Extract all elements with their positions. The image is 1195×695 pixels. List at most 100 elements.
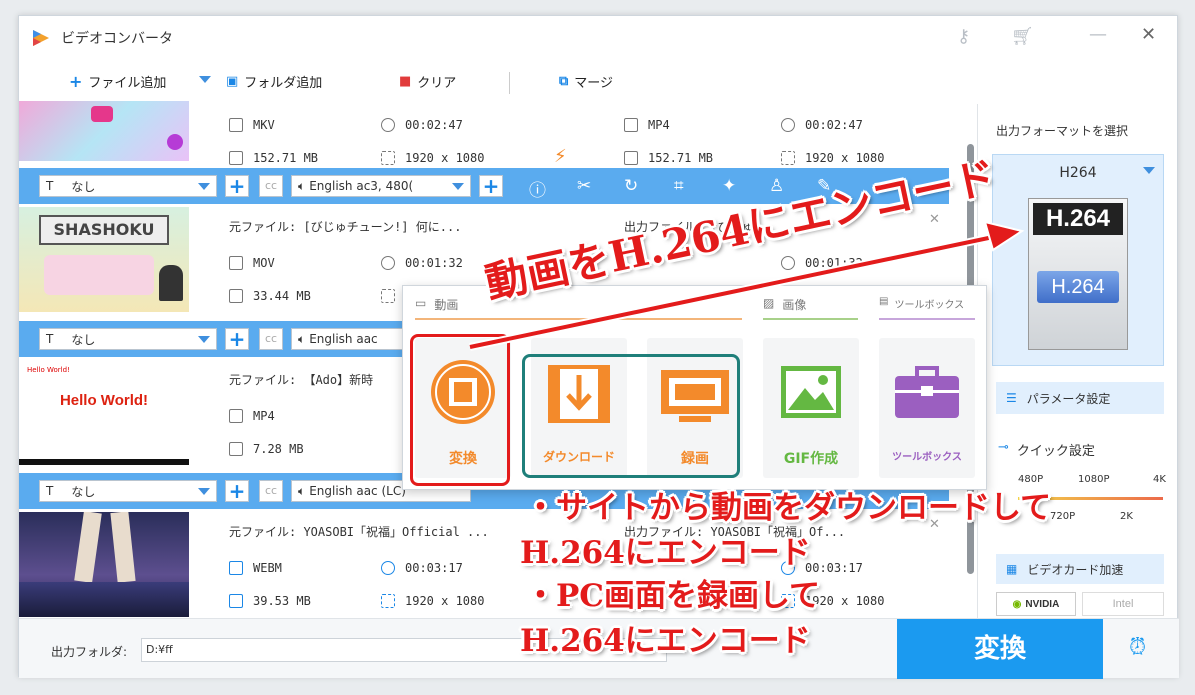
audio-value: English ac3, 480( <box>309 179 414 193</box>
format-panel: 出力フォーマットを選択 H264 H.264 H.264 ☰ パラメータ設定 ⊸ ク… <box>977 104 1177 619</box>
film-icon: ▭ <box>415 296 427 310</box>
quality-720p: 720P <box>1050 511 1076 522</box>
src-duration: 00:02:47 <box>405 118 463 132</box>
nvidia-label: NVIDIA <box>1025 598 1060 610</box>
format-icon <box>229 409 243 423</box>
out-resolution: 1920 x 1080 <box>805 151 885 165</box>
subtitle-cc-button[interactable]: cc <box>259 480 283 502</box>
src-filename: 元ファイル: 【Ado】新時 <box>229 373 374 387</box>
subtitle-value: なし <box>71 179 96 194</box>
badge-bottom-text: H.264 <box>1037 271 1119 303</box>
chevron-down-icon <box>198 183 210 190</box>
src-size: 7.28 MB <box>253 442 304 456</box>
add-subtitle-button[interactable]: + <box>225 175 249 197</box>
clear-label: クリア <box>417 76 457 91</box>
add-file-label: ファイル追加 <box>88 76 167 91</box>
quick-label: クイック設定 <box>1016 444 1095 459</box>
audio-select[interactable]: 🔈︎ English ac3, 480( <box>291 175 471 197</box>
param-settings-button[interactable]: ☰ パラメータ設定 <box>996 382 1164 414</box>
src-format: MP4 <box>253 409 275 423</box>
subtitle-select[interactable]: T なし <box>39 480 217 502</box>
subtitle-cc-button[interactable]: cc <box>259 328 283 350</box>
out-duration: 00:02:47 <box>805 118 863 132</box>
magic-wand-icon[interactable]: ✦ <box>722 176 736 196</box>
output-folder-value: D:¥ff <box>146 643 173 656</box>
text-icon: T <box>46 332 54 346</box>
subtitle-value: なし <box>71 332 96 347</box>
text-icon: T <box>46 484 54 498</box>
format-badge: H.264 H.264 <box>1028 198 1128 350</box>
merge-icon: ⧉ <box>559 74 569 89</box>
add-audio-button[interactable]: + <box>479 175 503 197</box>
badge-top-text: H.264 <box>1033 203 1123 235</box>
info-icon[interactable]: ⓘ <box>529 176 546 201</box>
clock-icon <box>381 256 395 270</box>
convert-button[interactable]: 変換 <box>897 619 1103 679</box>
gif-tool-card[interactable]: GIF作成 <box>763 338 859 478</box>
speaker-icon: 🔈︎ <box>298 178 306 193</box>
sliders-icon: ☰ <box>1006 391 1017 405</box>
src-format: WEBM <box>253 561 282 575</box>
file-size-icon <box>229 442 243 456</box>
chevron-down-icon <box>1143 167 1155 174</box>
alarm-icon[interactable]: ⏰︎ <box>1129 635 1146 660</box>
section-video: ▭ 動画 <box>415 296 458 313</box>
trash-icon: ■ <box>399 74 412 89</box>
add-folder-label: フォルダ追加 <box>244 76 323 91</box>
key-icon[interactable]: ⚷ <box>957 26 970 47</box>
convert-label: 変換 <box>973 634 1026 664</box>
add-file-dropdown[interactable] <box>199 76 211 83</box>
annotation-line4: H.264にエンコード <box>520 623 811 659</box>
section-video-label: 動画 <box>434 298 459 312</box>
crop-icon[interactable]: ⌗ <box>674 176 684 196</box>
src-size: 39.53 MB <box>253 594 311 608</box>
slider-icon: ⊸ <box>998 440 1009 455</box>
gpu-accel-button[interactable]: ▦ ビデオカード加速 <box>996 554 1164 584</box>
speaker-icon: 🔈︎ <box>298 331 306 346</box>
file-size-icon <box>229 151 243 165</box>
nvidia-icon: ◉ <box>1012 598 1022 610</box>
src-resolution: 1920 x 1080 <box>405 151 485 165</box>
cart-icon[interactable]: 🛒︎ <box>1011 26 1034 47</box>
gif-image-icon <box>781 366 841 418</box>
resolution-icon <box>381 594 395 608</box>
video-thumbnail: Hello World! Hello World! <box>19 360 189 465</box>
src-duration: 00:03:17 <box>405 561 463 575</box>
subtitle-cc-button[interactable]: cc <box>259 175 283 197</box>
file-size-icon <box>624 151 638 165</box>
chevron-down-icon <box>198 336 210 343</box>
gif-tool-label: GIF作成 <box>783 451 839 467</box>
quality-2k: 2K <box>1120 511 1133 522</box>
subtitle-select[interactable]: T なし <box>39 175 217 197</box>
clock-icon <box>381 561 395 575</box>
add-subtitle-button[interactable]: + <box>225 480 249 502</box>
subtitle-select[interactable]: T なし <box>39 328 217 350</box>
plus-icon: + <box>69 72 83 91</box>
clear-button[interactable]: ■ クリア <box>399 72 456 91</box>
format-icon <box>624 118 638 132</box>
src-format: MKV <box>253 118 275 132</box>
format-panel-title: 出力フォーマットを選択 <box>996 124 1129 138</box>
minimize-icon[interactable]: — <box>1089 24 1107 45</box>
format-icon <box>229 118 243 132</box>
close-icon[interactable]: ✕ <box>1141 24 1156 45</box>
annotation-line3: ・PC画面を録画して <box>525 578 821 614</box>
intel-toggle[interactable]: Intel <box>1082 592 1164 616</box>
quality-1080p: 1080P <box>1078 474 1110 485</box>
merge-button[interactable]: ⧉ マージ <box>559 72 613 91</box>
video-thumbnail <box>19 512 189 617</box>
toolbox-tool-card[interactable]: ツールボックス <box>879 338 975 478</box>
add-file-button[interactable]: + ファイル追加 <box>69 72 166 91</box>
file-size-icon <box>229 289 243 303</box>
format-icon <box>229 561 243 575</box>
resolution-icon <box>381 289 395 303</box>
toolbar-divider <box>509 72 510 94</box>
add-subtitle-button[interactable]: + <box>225 328 249 350</box>
add-folder-button[interactable]: ▣ フォルダ追加 <box>226 72 322 91</box>
video-thumbnail: SHASHOKU <box>19 207 189 312</box>
scissors-icon[interactable]: ✂ <box>577 176 591 196</box>
nvidia-toggle[interactable]: ◉ NVIDIA <box>996 592 1076 616</box>
rotate-icon[interactable]: ↻ <box>624 176 638 196</box>
output-folder-label: 出力フォルダ: <box>51 645 128 659</box>
title-bar: ビデオコンバータ ⚷ 🛒︎ — ✕ <box>19 16 1177 61</box>
